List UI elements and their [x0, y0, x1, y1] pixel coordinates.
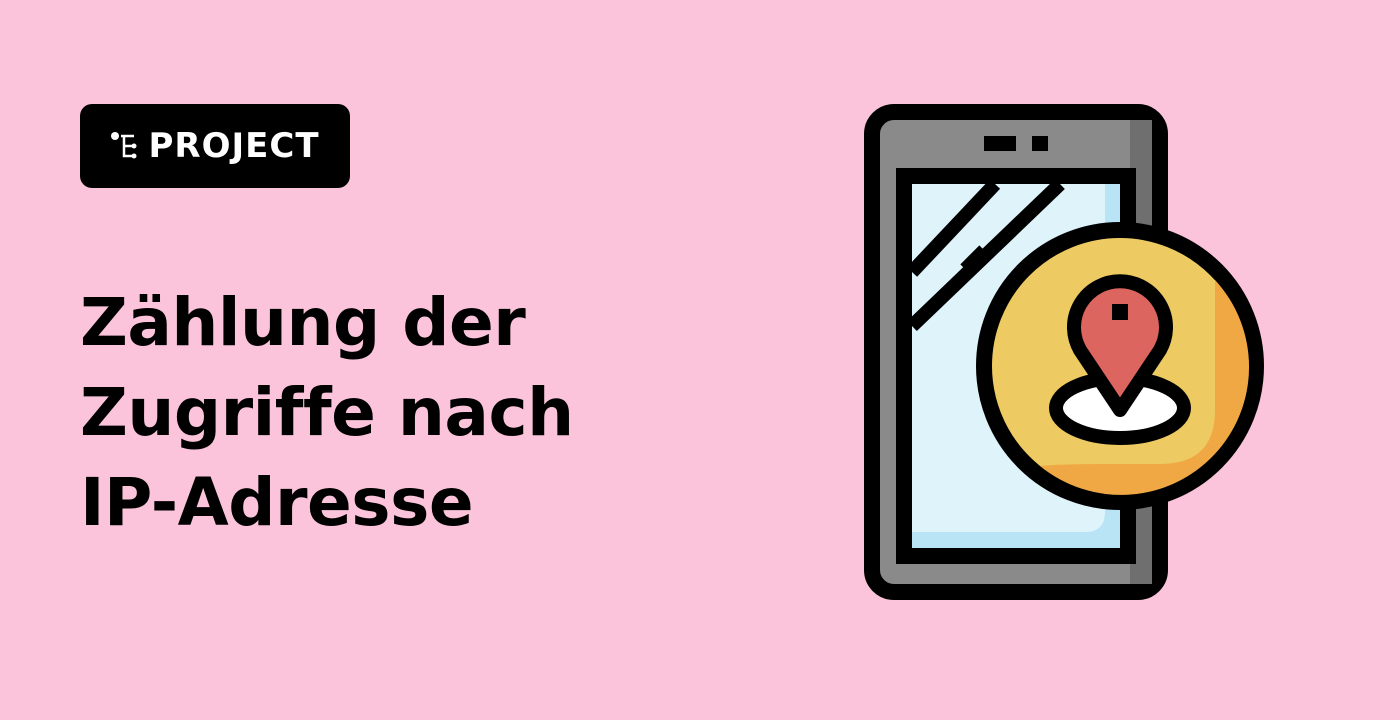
- project-badge: PROJECT: [80, 104, 350, 188]
- title-line-2: Zugriffe nach: [80, 374, 574, 451]
- badge-label: PROJECT: [148, 126, 320, 166]
- title-line-1: Zählung der: [80, 284, 526, 361]
- tree-structure-icon: [111, 132, 137, 159]
- page-title: Zählung der Zugriffe nach IP-Adresse: [80, 278, 574, 548]
- title-line-3: IP-Adresse: [80, 464, 474, 541]
- phone-location-pin-icon: [864, 104, 1264, 600]
